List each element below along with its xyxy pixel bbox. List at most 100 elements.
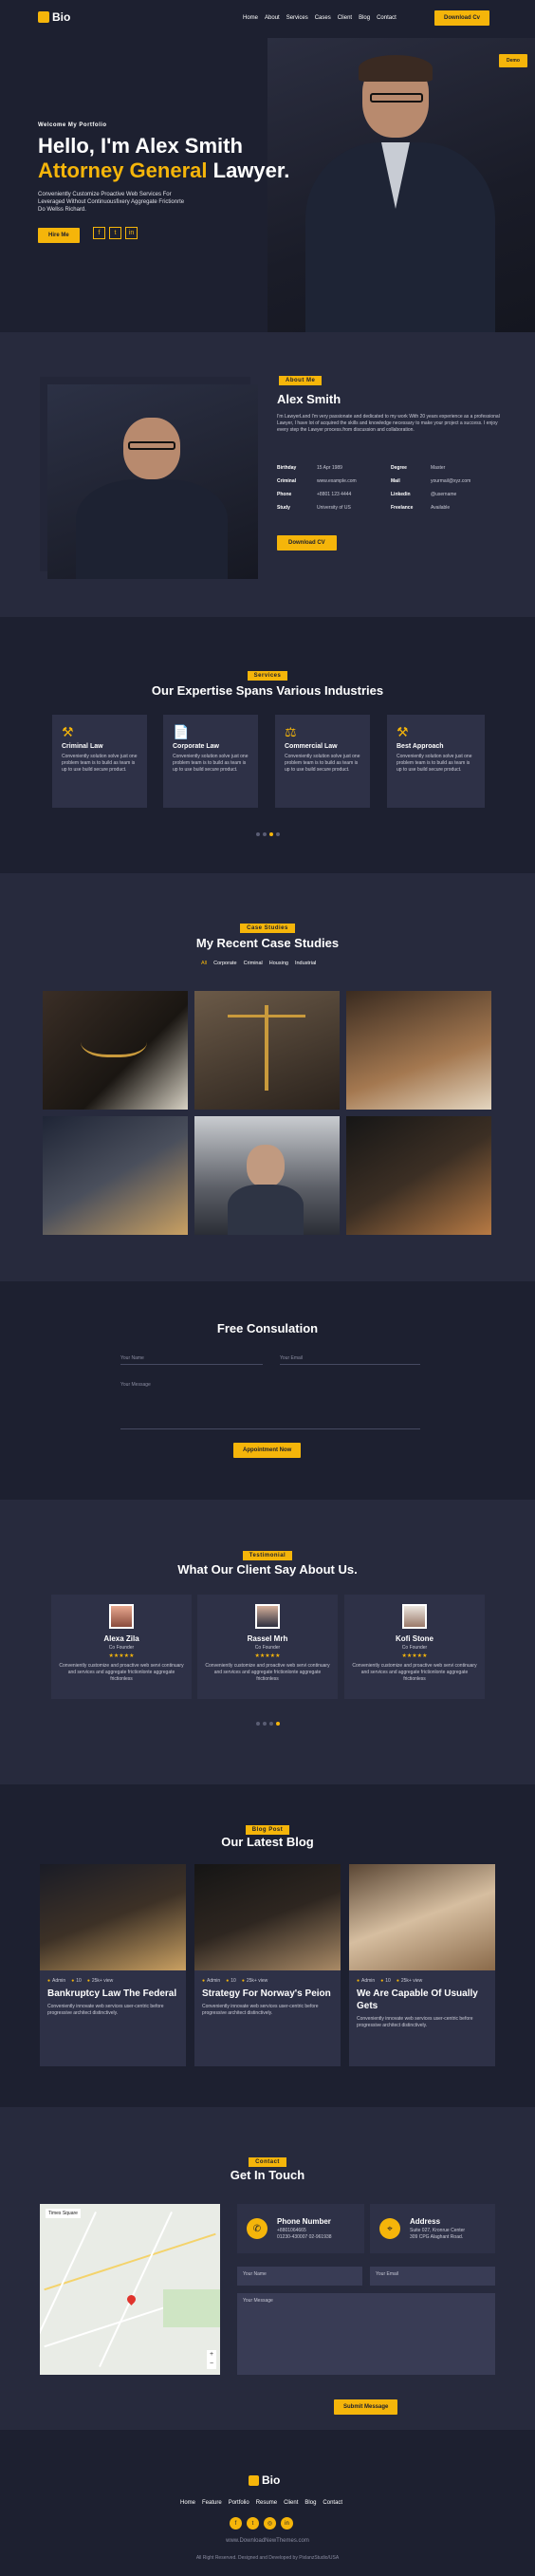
logo[interactable]: Bio [38,10,70,24]
avatar [255,1604,280,1629]
footer-nav-client[interactable]: Client [284,2500,298,2506]
logo-icon [249,2474,259,2486]
client-role: Co Founder [108,1645,135,1651]
case-filters: All Corporate Criminal Housing Industria… [201,961,316,966]
case-image[interactable] [43,1116,188,1235]
comment-icon: ● [380,1978,384,1984]
consult-email-field[interactable]: Your Email [280,1355,420,1365]
case-image[interactable] [43,991,188,1110]
blog-card[interactable]: ● Admin ● 10 ● 25k+ view We Are Capable Of … [349,1864,495,2066]
address-card: ⌖ Address Suite 027, Kronrue Center 309 … [370,2204,495,2253]
facebook-icon[interactable]: f [93,227,105,239]
info-value: Master [431,465,446,471]
phone-title: Phone Number [277,2216,331,2226]
nav-client[interactable]: Client [338,15,352,21]
service-card[interactable]: 📄 Corporate Law Conveniently solution so… [163,715,258,808]
view-icon: ● [241,1978,245,1984]
appointment-button[interactable]: Appointment Now [233,1443,302,1458]
filter-corporate[interactable]: Corporate [213,961,236,966]
service-text: Conveniently solution solve just one pro… [397,754,472,773]
footer-copyright: All Right Reserved. Designed and Develop… [195,2555,340,2561]
map-zoom-controls[interactable]: + − [207,2350,216,2369]
blog-meta: ● Admin ● 10 ● 25k+ view [194,1970,341,1988]
facebook-icon[interactable]: f [230,2517,242,2529]
hero-role-suffix: Lawyer. [212,159,290,182]
nav-cases[interactable]: Cases [315,15,331,21]
download-cv-button[interactable]: Download Cv [434,10,490,26]
about-name: Alex Smith [277,392,341,406]
case-image[interactable] [346,1116,491,1235]
pagination-dot[interactable] [262,1722,267,1726]
service-card[interactable]: ⚒ Criminal Law Conveniently solution sol… [52,715,147,808]
blog-views: 25k+ view [400,1978,423,1984]
linkedin-icon[interactable]: in [281,2517,293,2529]
nav-services[interactable]: Services [286,15,308,21]
contact-badge: Contact [249,2157,286,2167]
info-value: +8801 123 4444 [317,492,352,497]
footer-nav-contact[interactable]: Contact [323,2500,342,2506]
service-text: Conveniently solution solve just one pro… [173,754,249,773]
cases-title: My Recent Case Studies [195,936,340,950]
nav-blog[interactable]: Blog [359,15,370,21]
case-image[interactable] [194,991,340,1110]
case-image[interactable] [194,1116,340,1235]
pagination-dot[interactable] [275,832,280,836]
nav-contact[interactable]: Contact [377,15,397,21]
address-title: Address [410,2216,441,2226]
footer-nav-blog[interactable]: Blog [304,2500,316,2506]
filter-industrial[interactable]: Industrial [295,961,316,966]
client-name: Alexa Zila [103,1634,139,1643]
blog-post-title[interactable]: Bankruptcy Law The Federal [40,1988,186,2000]
contact-message-input[interactable]: Your Message [237,2293,495,2375]
filter-housing[interactable]: Housing [269,961,288,966]
about-badge: About Me [279,376,323,385]
blog-card[interactable]: ● Admin ● 10 ● 25k+ view Bankruptcy Law The… [40,1864,186,2066]
blog-post-title[interactable]: We Are Capable Of Usually Gets [349,1988,495,2012]
case-image[interactable] [346,991,491,1110]
consult-title: Free Consulation [216,1321,319,1335]
filter-criminal[interactable]: Criminal [244,961,263,966]
consult-name-field[interactable]: Your Name [120,1355,263,1365]
hero-role: Attorney General [38,159,208,182]
client-role: Co Founder [401,1645,428,1651]
service-title: Criminal Law [62,743,103,750]
pagination-dot-active[interactable] [275,1722,280,1726]
consult-message-field[interactable]: Your Message [120,1382,420,1429]
service-card[interactable]: ⚖ Commercial Law Conveniently solution s… [275,715,370,808]
cases-badge: Case Studies [240,924,295,933]
footer-nav-feature[interactable]: Feature [202,2500,222,2506]
demo-button[interactable]: Demo [499,54,527,67]
info-value: University of US [317,505,351,511]
hire-me-button[interactable]: Hire Me [38,228,80,243]
linkedin-icon[interactable]: in [125,227,138,239]
nav-home[interactable]: Home [243,15,258,21]
contact-name-input[interactable]: Your Name [237,2267,362,2286]
footer-nav-portfolio[interactable]: Portfolio [229,2500,249,2506]
service-card[interactable]: ⚒ Best Approach Conveniently solution so… [387,715,485,808]
filter-all[interactable]: All [201,961,207,966]
blog-post-title[interactable]: Strategy For Norway's Peion [194,1988,341,2000]
download-cv-about-button[interactable]: Download CV [277,535,337,551]
twitter-icon[interactable]: t [247,2517,259,2529]
twitter-icon[interactable]: t [109,227,121,239]
instagram-icon[interactable]: ◎ [264,2517,276,2529]
info-row: Criminal www.example.com Mail yourmail@xyz… [277,478,505,492]
blog-card[interactable]: ● Admin ● 10 ● 25k+ view Strategy For Norwa… [194,1864,341,2066]
pagination-dot[interactable] [268,1722,273,1726]
footer-nav-resume[interactable]: Resume [256,2500,277,2506]
pagination-dot-active[interactable] [268,832,273,836]
pagination-dot[interactable] [255,832,260,836]
submit-message-button[interactable]: Submit Message [334,2399,398,2415]
pagination-dot[interactable] [255,1722,260,1726]
blog-views: 25k+ view [91,1978,114,1984]
blog-post-text: Conveniently innovate web services user-… [47,2004,164,2016]
welcome-text: Welcome My Portfolio [38,122,107,128]
info-value: @username [431,492,457,497]
footer-nav-home[interactable]: Home [180,2500,195,2506]
map[interactable]: Times Square + − [40,2204,220,2375]
contact-email-input[interactable]: Your Email [370,2267,495,2286]
nav-about[interactable]: About [265,15,280,21]
footer-logo[interactable]: Bio [249,2473,280,2487]
footer-site[interactable]: www.DownloadNewThemes.com [0,2538,535,2544]
pagination-dot[interactable] [262,832,267,836]
